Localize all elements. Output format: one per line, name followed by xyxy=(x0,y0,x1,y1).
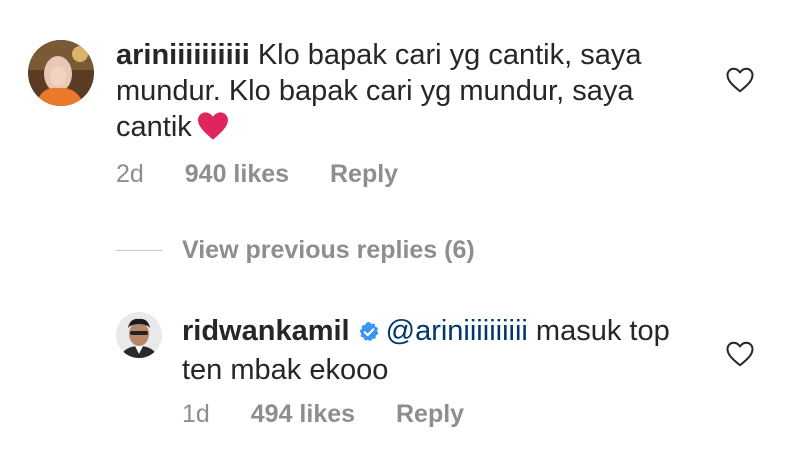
comment-likes[interactable]: 940 likes xyxy=(185,160,289,189)
divider xyxy=(116,249,162,251)
like-heart-icon[interactable] xyxy=(725,66,755,94)
like-heart-icon[interactable] xyxy=(725,340,755,368)
red-heart-emoji-icon xyxy=(196,111,230,150)
view-previous-replies[interactable]: View previous replies (6) xyxy=(116,232,475,268)
comment-username[interactable]: ridwankamil xyxy=(182,315,350,347)
comment-meta: 2d 940 likes Reply xyxy=(116,160,398,189)
comment-mention[interactable]: @ariniiiiiiiiii xyxy=(386,315,528,347)
verified-badge-icon xyxy=(358,316,380,352)
view-replies-label[interactable]: View previous replies (6) xyxy=(182,236,475,265)
reply-button[interactable]: Reply xyxy=(330,160,398,189)
reply-button[interactable]: Reply xyxy=(396,400,464,429)
comment-likes[interactable]: 494 likes xyxy=(251,400,355,429)
comment-username[interactable]: ariniiiiiiiiii xyxy=(116,39,250,71)
comment-body: ariniiiiiiiiii Klo bapak cari yg cantik,… xyxy=(116,37,676,150)
comment-body: ridwankamil @ariniiiiiiiiii masuk top ten… xyxy=(182,313,682,388)
comment-time[interactable]: 1d xyxy=(182,400,210,429)
comment-meta: 1d 494 likes Reply xyxy=(182,400,464,429)
avatar[interactable] xyxy=(28,40,94,106)
avatar[interactable] xyxy=(116,312,162,358)
comment-time[interactable]: 2d xyxy=(116,160,144,189)
